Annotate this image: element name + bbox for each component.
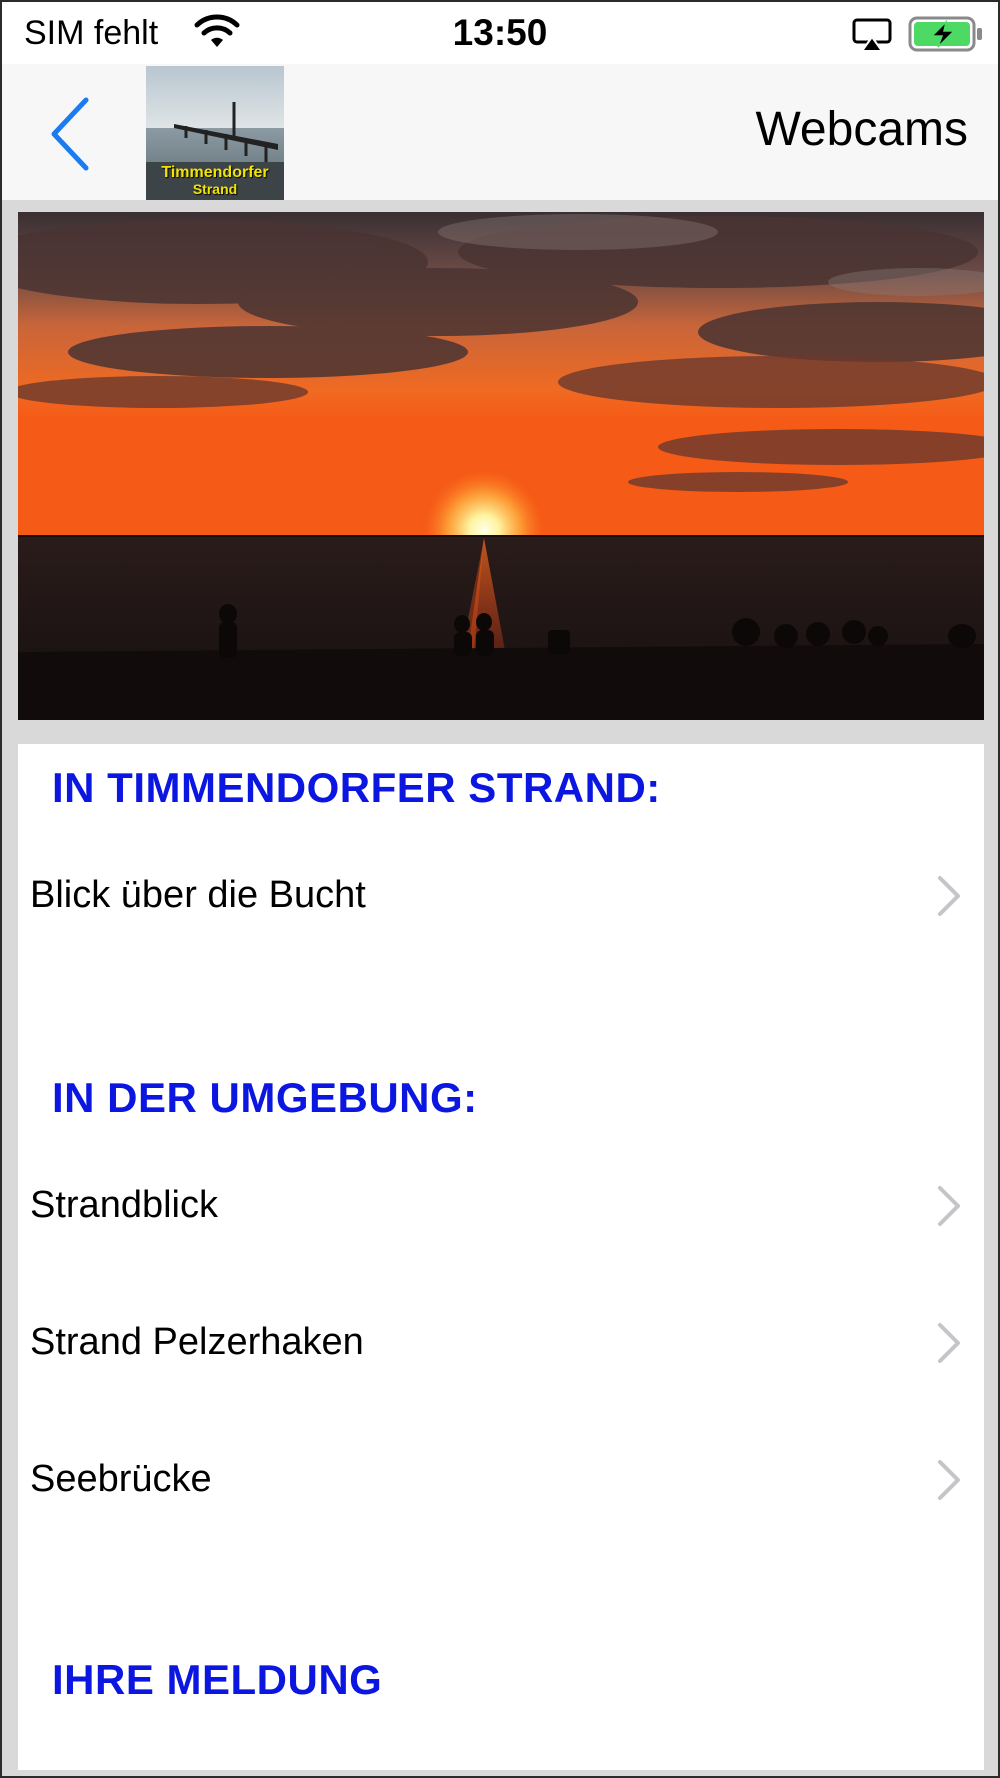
status-bar: SIM fehlt 13:50 — [2, 2, 998, 64]
sunset-hero-image — [18, 212, 984, 720]
list-item-strandblick[interactable]: Strandblick — [18, 1154, 984, 1264]
logo-caption-line-1: Timmendorfer — [161, 164, 269, 181]
chevron-right-icon — [938, 876, 960, 916]
sunset-photo — [18, 212, 984, 720]
app-screen: SIM fehlt 13:50 Timmendorfer Strand Webc… — [2, 2, 998, 1776]
page-title: Webcams — [755, 103, 968, 156]
logo-caption: Timmendorfer Strand — [146, 164, 284, 198]
webcam-list: IN TIMMENDORFER STRAND: Blick über die B… — [18, 744, 984, 1770]
section-header-in-der-umgebung: IN DER UMGEBUNG: — [52, 1074, 478, 1121]
logo-caption-line-2: Strand — [192, 181, 238, 197]
chevron-right-icon — [938, 1460, 960, 1500]
chevron-right-icon — [938, 1323, 960, 1363]
status-time: 13:50 — [452, 12, 548, 53]
list-item-seebruecke[interactable]: Seebrücke — [18, 1428, 984, 1538]
airplay-icon — [852, 18, 892, 52]
section-header-timmendorfer-strand: IN TIMMENDORFER STRAND: — [52, 764, 661, 811]
list-item-label: Strand Pelzerhaken — [30, 1321, 364, 1363]
back-button[interactable] — [38, 94, 98, 174]
battery-charging-icon — [908, 16, 982, 52]
list-item-blick-ueber-die-bucht[interactable]: Blick über die Bucht — [18, 844, 984, 954]
list-item-label: Seebrücke — [30, 1458, 212, 1500]
chevron-right-icon — [938, 1186, 960, 1226]
list-item-label: Strandblick — [30, 1184, 218, 1226]
list-item-label: Blick über die Bucht — [30, 874, 366, 916]
section-header-ihre-meldung: IHRE MELDUNG — [52, 1656, 383, 1703]
timmendorfer-strand-logo: Timmendorfer Strand — [146, 66, 284, 200]
navigation-bar: Timmendorfer Strand Webcams — [2, 64, 998, 200]
list-item-strand-pelzerhaken[interactable]: Strand Pelzerhaken — [18, 1291, 984, 1401]
